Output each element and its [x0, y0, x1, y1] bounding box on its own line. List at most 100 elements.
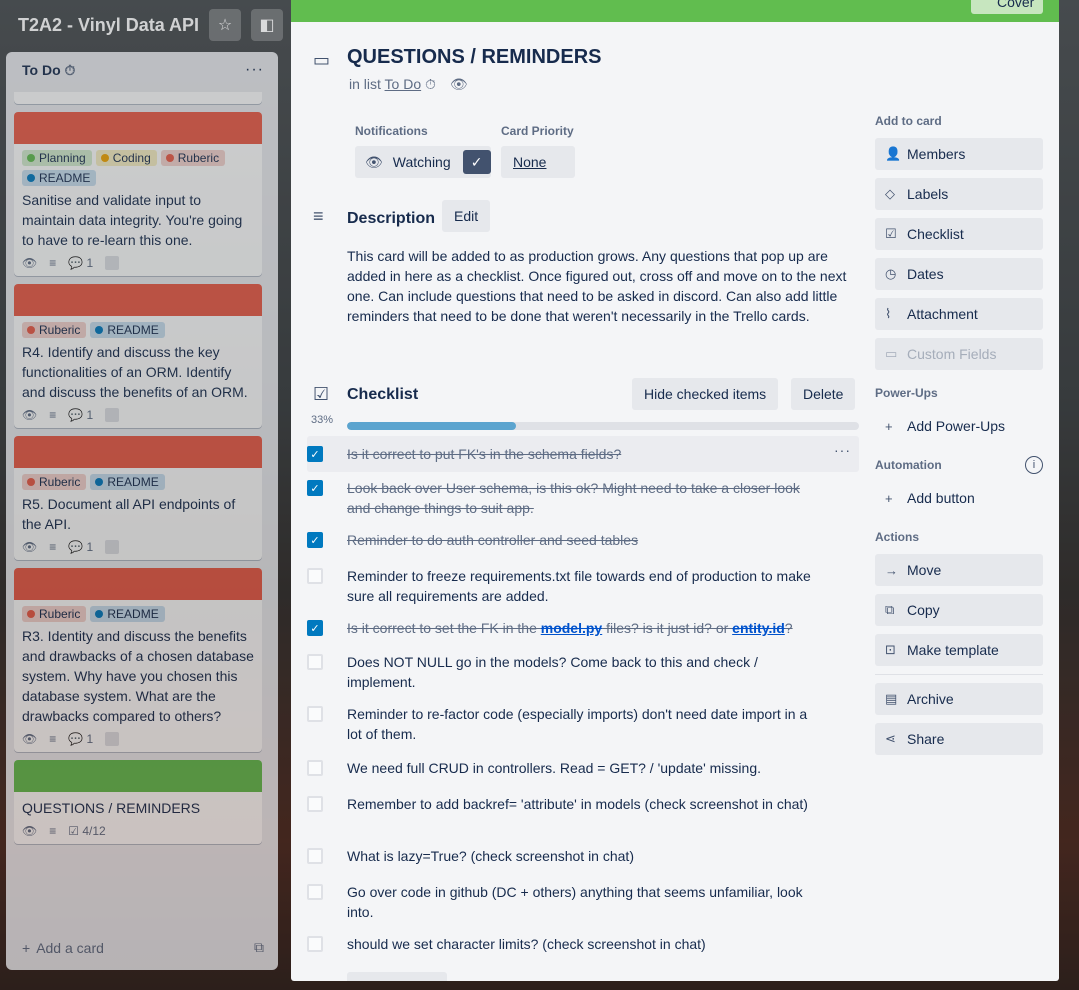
label-ruberic[interactable]: Ruberic [160, 150, 226, 166]
members-button[interactable]: 👤 Members [875, 138, 1043, 170]
arrow-right-icon: → [885, 562, 898, 578]
member-avatar[interactable] [105, 540, 120, 554]
add-power-ups-button[interactable]: + Add Power-Ups [875, 410, 1043, 442]
list-card-questions[interactable]: QUESTIONS / REMINDERS 👁 ≡ ☑ 4/12 [14, 760, 262, 844]
member-avatar[interactable] [105, 408, 120, 422]
checklist-item[interactable]: should we set character limits? (check s… [307, 934, 859, 954]
make-template-button[interactable]: ⊡ Make template [875, 634, 1043, 666]
watch-icon: 👁 [22, 732, 38, 746]
checklist-item[interactable]: What is lazy=True? (check screenshot in … [307, 846, 859, 866]
checklist-item[interactable]: We need full CRUD in controllers. Read =… [307, 758, 859, 778]
add-automation-button[interactable]: + Add button [875, 482, 1043, 514]
member-avatar[interactable] [105, 256, 120, 270]
custom-fields-button[interactable]: ▭ Custom Fields [875, 338, 1043, 370]
model-py-link[interactable]: model.py [541, 620, 602, 636]
checklist-button[interactable]: ☑ Checklist [875, 218, 1043, 250]
checklist-item[interactable]: Go over code in github (DC + others) any… [307, 882, 859, 922]
hide-checked-items-button[interactable]: Hide checked items [632, 378, 779, 410]
checkbox[interactable] [307, 796, 323, 812]
label-ruberic[interactable]: Ruberic [22, 474, 87, 490]
checkbox[interactable] [307, 760, 323, 776]
checkbox[interactable] [307, 936, 323, 952]
checklist-item-text[interactable]: Reminder to freeze requirements.txt file… [347, 566, 817, 606]
checkbox[interactable]: ✓ [307, 480, 323, 496]
move-button[interactable]: → Move [875, 554, 1043, 586]
checklist-item[interactable]: ✓ Look back over User schema, is this ok… [307, 478, 859, 518]
checkbox[interactable] [307, 654, 323, 670]
checklist-item-text[interactable]: What is lazy=True? (check screenshot in … [347, 846, 817, 866]
label-readme[interactable]: README [90, 606, 165, 622]
list-card[interactable]: Ruberic README R4. Identify and discuss … [14, 284, 262, 428]
list-cards[interactable]: Planning Coding Ruberic README Sanitise … [14, 92, 262, 932]
checklist-item-text[interactable]: Is it correct to put FK's in the schema … [347, 444, 817, 472]
checklist-item-text[interactable]: Is it correct to set the FK in the model… [347, 618, 817, 638]
checklist-item-text[interactable]: Reminder to re-factor code (especially i… [347, 704, 817, 744]
cover-button[interactable]: Cover [971, 0, 1043, 14]
template-icon[interactable]: ⧉ [254, 939, 264, 956]
attachment-button[interactable]: ⌇ Attachment [875, 298, 1043, 330]
member-avatar[interactable] [105, 732, 120, 746]
checkbox[interactable]: ✓ [307, 532, 323, 548]
add-card-button[interactable]: + Add a card [22, 940, 104, 956]
label-coding[interactable]: Coding [95, 150, 157, 166]
label-text: README [107, 607, 159, 621]
checkbox[interactable] [307, 706, 323, 722]
notifications-label: Notifications [355, 124, 428, 138]
label-readme[interactable]: README [90, 474, 165, 490]
checkbox[interactable]: ✓ [307, 446, 323, 462]
list-header: To Do ⏱ ··· [6, 52, 278, 88]
info-icon[interactable]: i [1025, 456, 1043, 474]
checkbox[interactable] [307, 884, 323, 900]
label-readme[interactable]: README [22, 170, 97, 186]
checklist-item[interactable]: Reminder to re-factor code (especially i… [307, 704, 859, 744]
card-labels: Ruberic README [22, 606, 254, 622]
add-item-button[interactable] [347, 972, 447, 981]
checklist-item-text[interactable]: We need full CRUD in controllers. Read =… [347, 758, 817, 778]
checklist-item[interactable]: ✓ Reminder to do auth controller and see… [307, 530, 859, 550]
list-menu-button[interactable]: ··· [245, 61, 264, 79]
checklist-item[interactable]: Reminder to freeze requirements.txt file… [307, 566, 859, 606]
checkbox[interactable] [307, 848, 323, 864]
star-icon[interactable]: ☆ [209, 9, 242, 41]
checkbox[interactable] [307, 568, 323, 584]
checklist-item[interactable]: ✓ Is it correct to put FK's in the schem… [307, 436, 859, 472]
workspace-icon[interactable]: ◧ [251, 9, 284, 41]
entity-id-link[interactable]: entity.id [732, 620, 785, 636]
list-card[interactable]: Ruberic README R3. Identity and discuss … [14, 568, 262, 752]
board-title[interactable]: T2A2 - Vinyl Data API [18, 15, 199, 36]
checklist-item-text[interactable]: Does NOT NULL go in the models? Come bac… [347, 652, 817, 692]
delete-checklist-button[interactable]: Delete [791, 378, 856, 410]
checklist-title[interactable]: Checklist [347, 386, 418, 404]
checklist-item[interactable]: ✓ Is it correct to set the FK in the mod… [307, 618, 859, 638]
partial-card[interactable] [14, 92, 262, 104]
checklist-item-text[interactable]: should we set character limits? (check s… [347, 934, 817, 954]
watching-button[interactable]: 👁 Watching ✓ [355, 146, 491, 178]
description-text[interactable]: This card will be added to as production… [347, 246, 861, 326]
copy-button[interactable]: ⧉ Copy [875, 594, 1043, 626]
label-ruberic[interactable]: Ruberic [22, 606, 87, 622]
list-link[interactable]: To Do [385, 76, 422, 92]
label-planning[interactable]: Planning [22, 150, 92, 166]
card-title[interactable]: QUESTIONS / REMINDERS [347, 46, 601, 69]
edit-description-button[interactable]: Edit [442, 200, 491, 232]
checklist-item[interactable]: Does NOT NULL go in the models? Come bac… [307, 652, 859, 692]
checklist-item-text[interactable]: Go over code in github (DC + others) any… [347, 882, 817, 922]
archive-button[interactable]: ▤ Archive [875, 683, 1043, 715]
list-title[interactable]: To Do ⏱ [22, 62, 75, 79]
labels-button[interactable]: ◇ Labels [875, 178, 1043, 210]
checklist-item-text[interactable]: Reminder to do auth controller and seed … [347, 530, 817, 550]
list-card[interactable]: Planning Coding Ruberic README Sanitise … [14, 112, 262, 276]
copy-label: Copy [907, 602, 940, 618]
checklist-item-text[interactable]: Look back over User schema, is this ok? … [347, 478, 817, 518]
item-menu-icon[interactable]: ··· [834, 442, 851, 458]
checklist-item-text[interactable]: Remember to add backref= 'attribute' in … [347, 794, 817, 814]
checkbox[interactable]: ✓ [307, 620, 323, 636]
label-readme[interactable]: README [90, 322, 165, 338]
dates-button[interactable]: ◷ Dates [875, 258, 1043, 290]
list-card[interactable]: Ruberic README R5. Document all API endp… [14, 436, 262, 560]
checklist-item[interactable]: Remember to add backref= 'attribute' in … [307, 794, 859, 814]
share-button[interactable]: ⋖ Share [875, 723, 1043, 755]
label-dot [27, 174, 35, 182]
label-ruberic[interactable]: Ruberic [22, 322, 87, 338]
card-priority-button[interactable]: None [501, 146, 575, 178]
